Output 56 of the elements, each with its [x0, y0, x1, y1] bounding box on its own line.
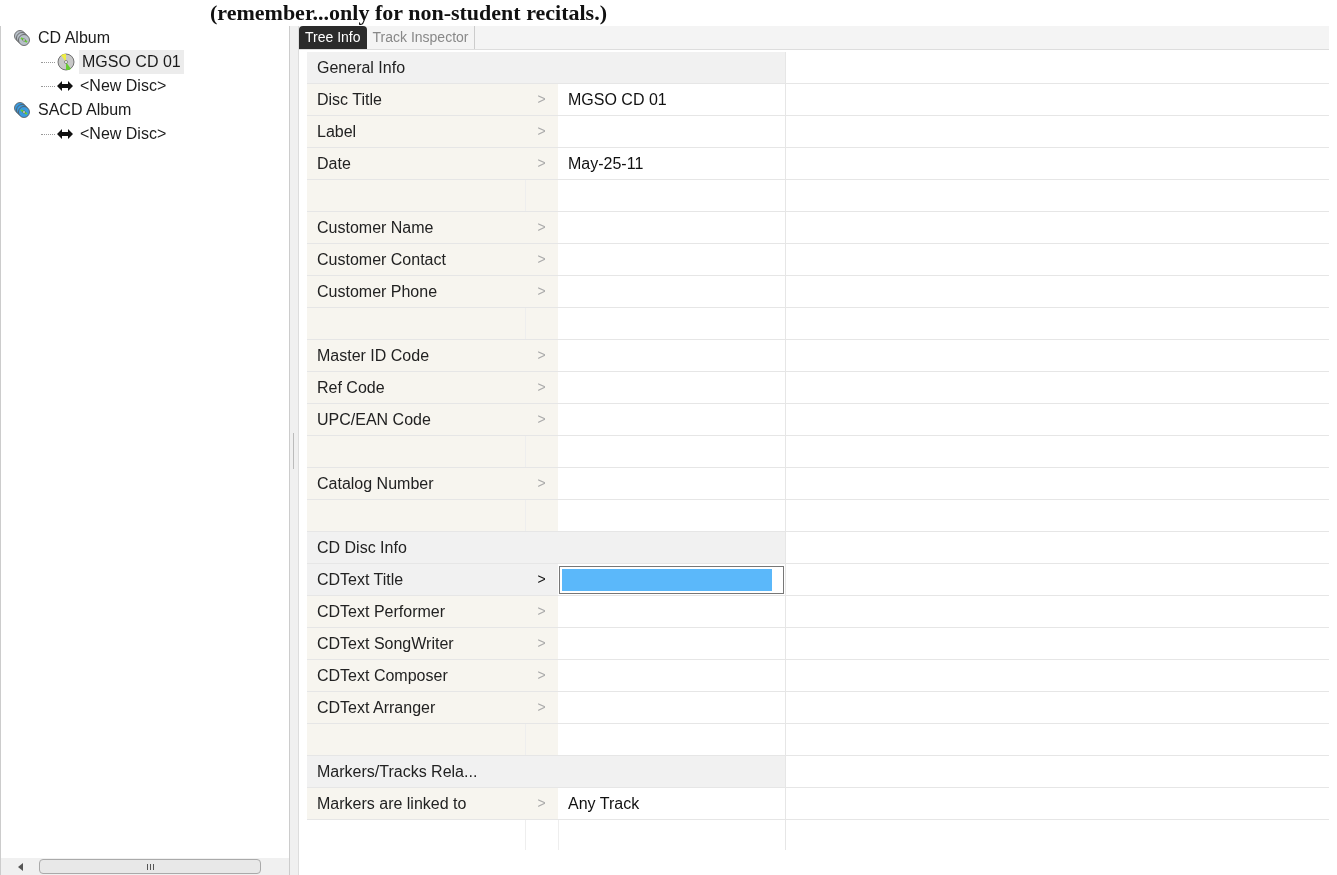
property-value[interactable]: Any Track: [558, 791, 640, 816]
property-label: CDText Title: [317, 569, 404, 590]
property-label: Customer Phone: [317, 281, 438, 302]
property-label: Customer Contact: [317, 249, 446, 270]
row-arrow: >: [537, 634, 546, 653]
tab[interactable]: Tree Info: [299, 26, 367, 49]
splitter-handle[interactable]: [293, 432, 295, 469]
property-label: CDText Composer: [317, 665, 448, 686]
row-arrow: >: [537, 378, 546, 397]
disc-icon: [57, 53, 75, 71]
grip-icon: [146, 863, 154, 870]
double-arrow-icon: [57, 81, 73, 91]
property-label: Disc Title: [317, 89, 382, 110]
left-arrow-icon[interactable]: [17, 862, 25, 871]
property-label: UPC/EAN Code: [317, 409, 431, 430]
property-label: Label: [317, 121, 357, 142]
disc-stack-icon: [13, 102, 31, 118]
property-label: Customer Name: [317, 217, 434, 238]
row-arrow: >: [537, 218, 546, 237]
property-label: Master ID Code: [317, 345, 430, 366]
property-label: Date: [317, 153, 351, 174]
row-arrow: >: [537, 666, 546, 685]
row-arrow: >: [537, 154, 546, 173]
section-header: General Info: [317, 57, 406, 78]
tree-item[interactable]: SACD Album: [35, 98, 135, 122]
row-arrow: >: [537, 794, 546, 813]
property-value[interactable]: May-25-11: [558, 151, 644, 176]
scrollbar-thumb[interactable]: [39, 859, 261, 874]
tree-item[interactable]: <New Disc>: [77, 74, 170, 98]
row-arrow: >: [537, 474, 546, 493]
property-label: CDText Arranger: [317, 697, 436, 718]
tree-item[interactable]: CD Album: [35, 26, 114, 50]
row-arrow: >: [537, 282, 546, 301]
property-label: CDText SongWriter: [317, 633, 454, 654]
row-arrow: >: [537, 90, 546, 109]
double-arrow-icon: [57, 129, 73, 139]
disc-stack-icon: [13, 30, 31, 46]
property-label: Markers are linked to: [317, 793, 467, 814]
property-label: Ref Code: [317, 377, 385, 398]
tree-item[interactable]: <New Disc>: [77, 122, 170, 146]
property-label: Catalog Number: [317, 473, 434, 494]
property-value[interactable]: MGSO CD 01: [558, 87, 667, 112]
row-arrow: >: [537, 602, 546, 621]
row-arrow: >: [537, 346, 546, 365]
banner-text: (remember...only for non-student recitals.): [210, 2, 607, 24]
row-arrow: >: [537, 570, 546, 589]
row-arrow: >: [537, 410, 546, 429]
property-label: CDText Performer: [317, 601, 446, 622]
value-input-field[interactable]: [559, 565, 784, 594]
row-arrow: >: [537, 698, 546, 717]
horizontal-scrollbar[interactable]: [1, 858, 289, 875]
row-arrow: >: [537, 250, 546, 269]
section-header: CD Disc Info: [317, 537, 407, 558]
row-arrow: >: [537, 122, 546, 141]
section-header: Markers/Tracks Rela...: [317, 761, 478, 782]
tree-item[interactable]: MGSO CD 01: [79, 50, 184, 74]
